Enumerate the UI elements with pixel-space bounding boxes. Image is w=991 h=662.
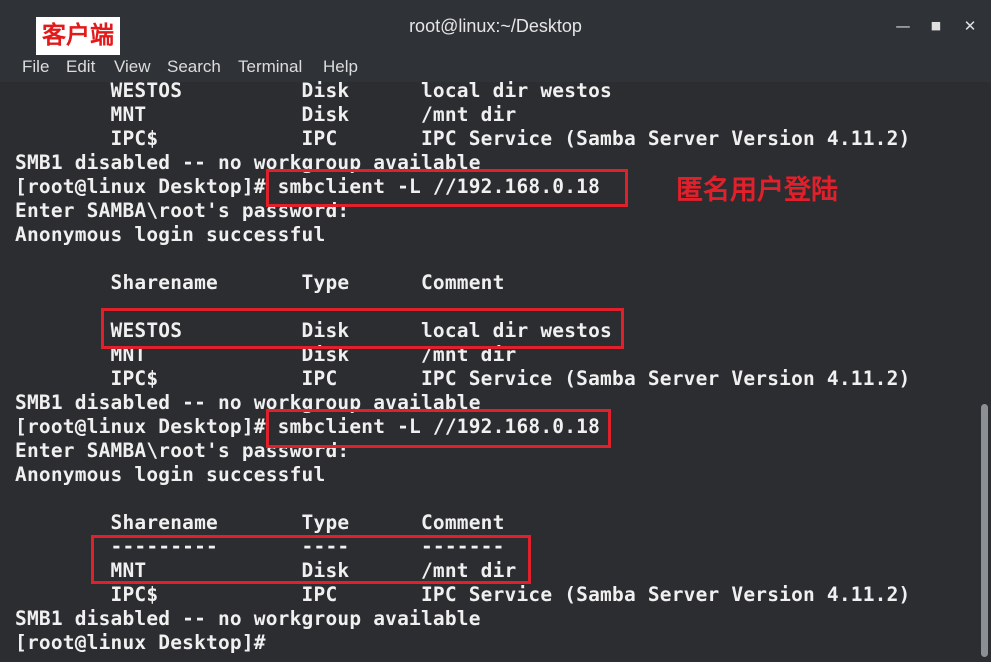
- terminal-line: Anonymous login successful: [15, 223, 326, 246]
- terminal-line: Sharename Type Comment: [15, 271, 505, 294]
- terminal-line: IPC$ IPC IPC Service (Samba Server Versi…: [15, 127, 911, 150]
- terminal-line: [root@linux Desktop]#: [15, 631, 266, 654]
- terminal-line: WESTOS Disk local dir westos: [15, 79, 612, 102]
- scrollbar-thumb[interactable]: [981, 404, 988, 657]
- terminal-line: MNT Disk /mnt dir: [15, 103, 517, 126]
- menu-terminal[interactable]: Terminal: [238, 52, 302, 82]
- client-label: 客户端: [36, 17, 120, 55]
- window-titlebar[interactable]: root@linux:~/Desktop — ■ ✕: [0, 0, 991, 53]
- menu-help[interactable]: Help: [323, 52, 358, 82]
- menu-bar: File Edit View Search Terminal Help: [0, 52, 991, 82]
- highlight-box-command-1: [266, 169, 628, 207]
- highlight-box-mnt-row: [91, 535, 531, 584]
- menu-file[interactable]: File: [22, 52, 49, 82]
- terminal-line: IPC$ IPC IPC Service (Samba Server Versi…: [15, 367, 911, 390]
- menu-view[interactable]: View: [114, 52, 151, 82]
- terminal-line: Sharename Type Comment: [15, 511, 505, 534]
- terminal-line: Anonymous login successful: [15, 463, 326, 486]
- terminal-line: IPC$ IPC IPC Service (Samba Server Versi…: [15, 583, 911, 606]
- maximize-icon[interactable]: ■: [924, 14, 948, 38]
- window-title: root@linux:~/Desktop: [409, 16, 582, 36]
- highlight-box-westos-row: [101, 308, 624, 349]
- terminal-line: SMB1 disabled -- no workgroup available: [15, 607, 481, 630]
- menu-edit[interactable]: Edit: [66, 52, 95, 82]
- menu-search[interactable]: Search: [167, 52, 221, 82]
- minimize-icon[interactable]: —: [891, 14, 915, 38]
- close-icon[interactable]: ✕: [958, 14, 982, 38]
- anonymous-login-label: 匿名用户登陆: [676, 175, 838, 206]
- highlight-box-command-2: [266, 409, 611, 448]
